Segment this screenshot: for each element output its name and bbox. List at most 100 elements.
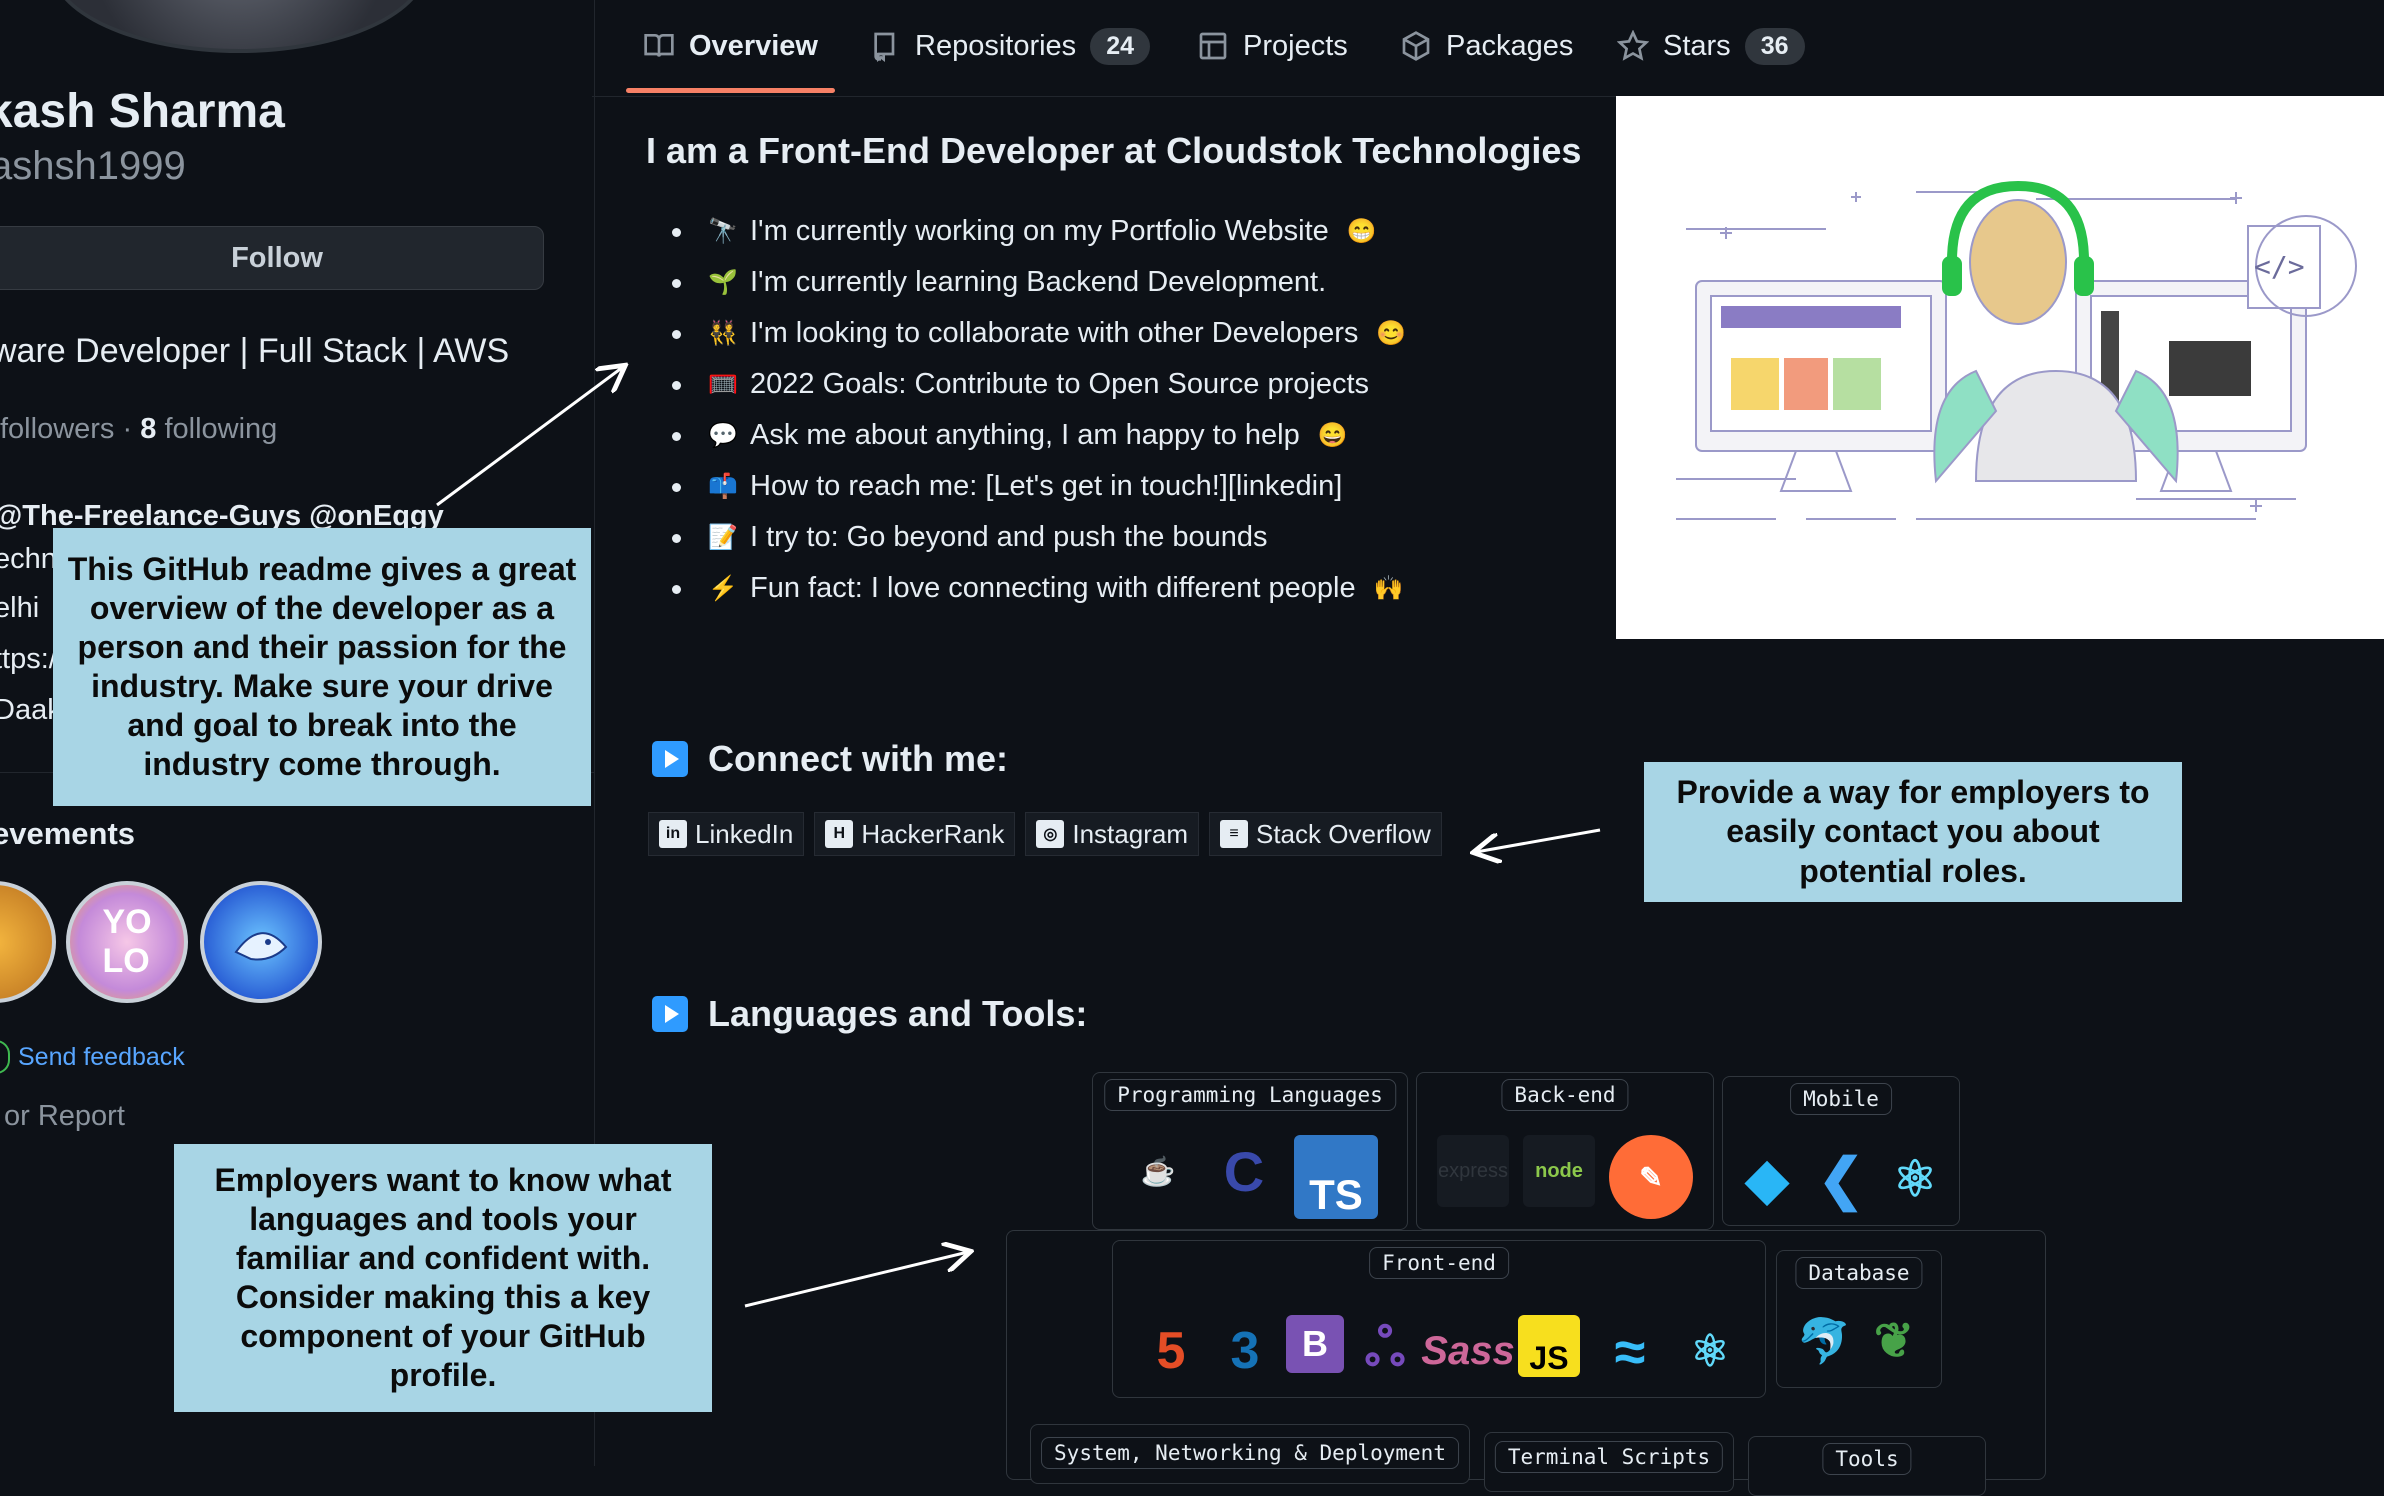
bullet-emoji-icon: 🥅	[708, 371, 738, 398]
flutter-icon: ❮	[1817, 1147, 1865, 1210]
sass-icon: Sass	[1421, 1328, 1515, 1373]
bullet-emoji-icon: 📫	[708, 473, 738, 500]
profile-login: ashsh1999	[0, 144, 186, 188]
linkedin-badge-link[interactable]: in LinkedIn	[648, 812, 805, 856]
readme-bullet: 👯 I'm looking to collaborate with other D…	[672, 308, 1406, 359]
readme-bullet: 🔭 I'm currently working on my Portfolio W…	[672, 206, 1406, 257]
achievement-badge-yolo[interactable]: YO LO	[66, 881, 188, 1003]
tab-projects[interactable]: Projects	[1197, 0, 1348, 92]
tool-group-label: Tools	[1822, 1443, 1912, 1475]
bullet-emoji-icon: 📝	[708, 524, 738, 551]
tab-label: Overview	[689, 29, 818, 62]
achievement-badge-shark[interactable]	[200, 881, 322, 1003]
react-icon: ⚛	[1690, 1326, 1730, 1376]
package-icon	[1402, 31, 1430, 61]
stackoverflow-badge-link[interactable]: ≡ Stack Overflow	[1208, 812, 1442, 856]
tool-group-label: Front-end	[1369, 1247, 1509, 1279]
star-icon	[1617, 30, 1649, 61]
connect-links: in LinkedIn H HackerRank ◎ Instagram ≡ Stack Ov…	[648, 812, 1442, 856]
readme-bullet: 🌱 I'm currently learning Backend Developm…	[672, 257, 1406, 308]
repo-icon	[874, 32, 895, 62]
profile-company: echn	[0, 543, 57, 575]
tab-stars[interactable]: Stars 36	[1617, 0, 1805, 92]
bullet-end-emoji-icon: 😁	[1346, 218, 1377, 245]
instagram-badge-link[interactable]: ◎ Instagram	[1025, 812, 1199, 856]
badge-label: Instagram	[1072, 818, 1188, 849]
tab-label: Projects	[1243, 29, 1348, 62]
bullet-text: Fun fact: I love connecting with differe…	[750, 572, 1356, 604]
bullet-text: I'm currently working on my Portfolio We…	[750, 215, 1329, 247]
report-link[interactable]: or Report	[4, 1100, 125, 1133]
developer-illustration: </>	[1616, 96, 2384, 639]
tools-heading: Languages and Tools:	[652, 993, 1087, 1035]
following-count[interactable]: 8	[140, 413, 156, 445]
tool-group-frontend: Front-end 5 3 B ஃ Sass JS ≈ ⚛	[1112, 1240, 1766, 1398]
tab-label: Packages	[1446, 29, 1574, 62]
tool-group-label: Database	[1795, 1257, 1923, 1289]
express-icon: express	[1437, 1135, 1509, 1207]
yolo-badge-icon: YO LO	[102, 903, 152, 980]
instagram-icon: ◎	[1036, 820, 1065, 848]
nodejs-icon: node	[1523, 1135, 1595, 1207]
stars-count: 36	[1744, 27, 1805, 65]
mysql-icon: 🐬	[1796, 1317, 1852, 1366]
stackoverflow-icon: ≡	[1219, 820, 1248, 848]
callout-tools: Employers want to know what languages an…	[174, 1144, 712, 1412]
readme-bullet: 📝 I try to: Go beyond and push the bounds	[672, 512, 1406, 563]
badge-label: Stack Overflow	[1255, 818, 1431, 849]
bullet-emoji-icon: 💬	[708, 422, 738, 449]
c-language-icon: C	[1223, 1139, 1265, 1203]
tab-overview[interactable]: Overview	[643, 0, 818, 92]
bullet-end-emoji-icon: 😄	[1317, 422, 1348, 449]
tailwind-icon: ≈	[1614, 1319, 1646, 1383]
readme-bullet-list: 🔭 I'm currently working on my Portfolio W…	[672, 206, 1406, 614]
readme-bullet: ⚡ Fun fact: I love connecting with differ…	[672, 563, 1406, 614]
bullet-emoji-icon: ⚡	[708, 575, 738, 602]
achievement-badge[interactable]	[0, 881, 56, 1003]
following-link[interactable]: following	[164, 413, 277, 445]
play-icon	[652, 741, 688, 777]
profile-name: kash Sharma	[0, 85, 285, 138]
dart-icon: ◆	[1745, 1147, 1789, 1210]
bullet-end-emoji-icon: 😊	[1376, 320, 1407, 347]
tool-group-tools: Tools	[1748, 1436, 1986, 1496]
hackerrank-icon: H	[825, 820, 854, 848]
redux-icon: ஃ	[1364, 1318, 1406, 1377]
callout-readme: This GitHub readme gives a great overvie…	[53, 528, 591, 806]
repositories-count: 24	[1090, 27, 1150, 65]
avatar[interactable]	[50, 0, 428, 53]
tab-repositories[interactable]: Repositories 24	[869, 0, 1150, 92]
follow-button[interactable]: Follow	[0, 226, 544, 290]
tool-group-backend: Back-end express node ✎	[1416, 1072, 1714, 1230]
tab-label: Stars	[1663, 29, 1731, 62]
arrow-to-connect	[1476, 828, 1601, 852]
tab-packages[interactable]: Packages	[1400, 0, 1573, 92]
stats-separator: ·	[122, 413, 133, 445]
readme-bullet: 🥅 2022 Goals: Contribute to Open Source p…	[672, 359, 1406, 410]
followers-link[interactable]: followers	[0, 413, 114, 445]
tool-group-database: Database 🐬 ❦	[1776, 1250, 1942, 1388]
bullet-text: 2022 Goals: Contribute to Open Source pr…	[750, 368, 1370, 400]
profile-website[interactable]: ttps:/	[0, 643, 57, 676]
active-tab-indicator	[626, 88, 835, 93]
hackerrank-badge-link[interactable]: H HackerRank	[814, 812, 1016, 856]
react-native-icon: ⚛	[1892, 1151, 1938, 1207]
tool-group-label: Programming Languages	[1104, 1079, 1396, 1111]
book-icon	[644, 34, 674, 57]
developer-at-computer-icon: </>	[1676, 180, 2357, 520]
tool-group-label: System, Networking & Deployment	[1041, 1437, 1459, 1469]
tab-label: Repositories	[915, 29, 1077, 62]
play-icon	[652, 996, 688, 1032]
javascript-icon: JS	[1518, 1315, 1580, 1377]
css3-icon: 3	[1230, 1322, 1260, 1380]
bootstrap-icon: B	[1286, 1315, 1344, 1373]
bullet-emoji-icon: 🌱	[708, 269, 738, 296]
follow-stats: followers · 8 following	[0, 413, 277, 446]
send-feedback-label: Send feedback	[18, 1042, 185, 1071]
readme-bullet: 💬 Ask me about anything, I am happy to he…	[672, 410, 1406, 461]
achievements-title[interactable]: evements	[0, 816, 135, 852]
profile-bio: ware Developer | Full Stack | AWS	[0, 332, 510, 370]
bullet-text: I'm looking to collaborate with other De…	[750, 317, 1359, 349]
send-feedback-link[interactable]: Send feedback	[0, 1040, 185, 1074]
shark-icon	[234, 932, 288, 961]
